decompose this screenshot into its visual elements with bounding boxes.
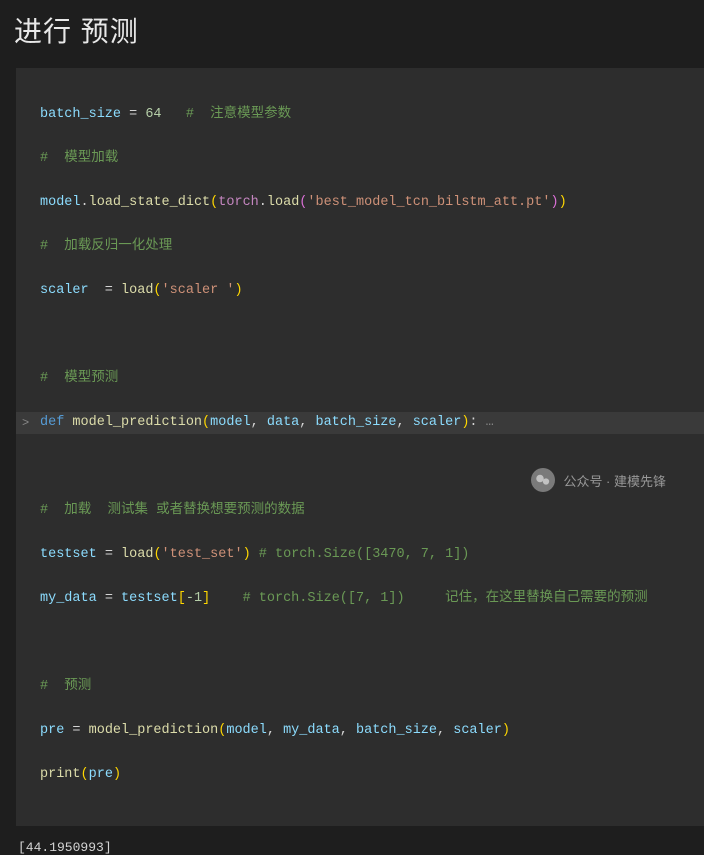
keyword: def	[40, 415, 64, 430]
operator: =	[97, 547, 121, 562]
variable: testset	[40, 547, 97, 562]
comma: ,	[299, 415, 315, 430]
paren: (	[81, 767, 89, 782]
comma: ,	[251, 415, 267, 430]
paren: )	[234, 283, 242, 298]
code-line: testset = load('test_set') # torch.Size(…	[16, 544, 704, 566]
comment: # 注意模型参数	[162, 107, 292, 122]
comment: # 模型加载	[40, 151, 118, 166]
code-line: # 加载反归一化处理	[16, 236, 704, 258]
comment: # 加载 测试集 或者替换想要预测的数据	[40, 503, 305, 518]
dot: .	[81, 195, 89, 210]
code-line: batch_size = 64 # 注意模型参数	[16, 104, 704, 126]
code-line-blank	[16, 632, 704, 654]
paren: )	[113, 767, 121, 782]
code-line: scaler = load('scaler ')	[16, 280, 704, 302]
comma: ,	[437, 723, 453, 738]
variable: model	[40, 195, 81, 210]
variable: scaler	[40, 283, 89, 298]
arg: model	[226, 723, 267, 738]
function: load	[121, 283, 153, 298]
param: scaler	[413, 415, 462, 430]
comment: # torch.Size([3470, 7, 1])	[251, 547, 470, 562]
code-line-folded[interactable]: > def model_prediction(model, data, batch…	[16, 412, 704, 434]
arg: scaler	[453, 723, 502, 738]
variable: testset	[121, 591, 178, 606]
code-line: # 预测	[16, 676, 704, 698]
bracket: ]	[202, 591, 210, 606]
paren: )	[243, 547, 251, 562]
code-line-blank	[16, 324, 704, 346]
function: load	[121, 547, 153, 562]
colon: :	[469, 415, 477, 430]
variable: my_data	[40, 591, 97, 606]
code-line: print(pre)	[16, 764, 704, 786]
function-def: model_prediction	[64, 415, 202, 430]
comment: # 模型预测	[40, 371, 118, 386]
code-block: batch_size = 64 # 注意模型参数 # 模型加载 model.lo…	[16, 68, 704, 826]
code-line: # 模型加载	[16, 148, 704, 170]
paren: (	[153, 547, 161, 562]
variable: batch_size	[40, 107, 121, 122]
paren: (	[218, 723, 226, 738]
dot: .	[259, 195, 267, 210]
comment: # torch.Size([7, 1]) 记住，在这里替换自己需要的预测	[210, 591, 647, 606]
code-line: # 加载 测试集 或者替换想要预测的数据	[16, 500, 704, 522]
function: load_state_dict	[89, 195, 211, 210]
watermark: 公众号 · 建模先锋	[531, 468, 666, 492]
wechat-icon	[531, 468, 555, 492]
function: model_prediction	[89, 723, 219, 738]
function: load	[267, 195, 299, 210]
number: 64	[145, 107, 161, 122]
comma: ,	[340, 723, 356, 738]
comment: # 预测	[40, 679, 91, 694]
paren: )	[502, 723, 510, 738]
number: -1	[186, 591, 202, 606]
operator: =	[64, 723, 88, 738]
paren: )	[550, 195, 558, 210]
string: 'best_model_tcn_bilstm_att.pt'	[307, 195, 550, 210]
string: 'scaler '	[162, 283, 235, 298]
code-line: # 模型预测	[16, 368, 704, 390]
bracket: [	[178, 591, 186, 606]
operator: =	[97, 591, 121, 606]
code-line: pre = model_prediction(model, my_data, b…	[16, 720, 704, 742]
operator: =	[89, 283, 121, 298]
output-text: [44.1950993]	[0, 826, 704, 855]
comma: ,	[267, 723, 283, 738]
code-line: my_data = testset[-1] # torch.Size([7, 1…	[16, 588, 704, 610]
paren: (	[153, 283, 161, 298]
page-title: 进行 预测	[0, 0, 704, 68]
comma: ,	[397, 415, 413, 430]
function: print	[40, 767, 81, 782]
param: model	[210, 415, 251, 430]
watermark-text: 公众号 · 建模先锋	[563, 471, 666, 490]
variable: pre	[40, 723, 64, 738]
arg: batch_size	[356, 723, 437, 738]
param: data	[267, 415, 299, 430]
comment: # 加载反归一化处理	[40, 239, 172, 254]
arg: my_data	[283, 723, 340, 738]
paren: )	[559, 195, 567, 210]
param: batch_size	[315, 415, 396, 430]
operator: =	[121, 107, 145, 122]
module: torch	[218, 195, 259, 210]
ellipsis: …	[478, 415, 494, 430]
variable: pre	[89, 767, 113, 782]
code-line: model.load_state_dict(torch.load('best_m…	[16, 192, 704, 214]
string: 'test_set'	[162, 547, 243, 562]
fold-icon[interactable]: >	[22, 412, 29, 434]
paren: (	[202, 415, 210, 430]
